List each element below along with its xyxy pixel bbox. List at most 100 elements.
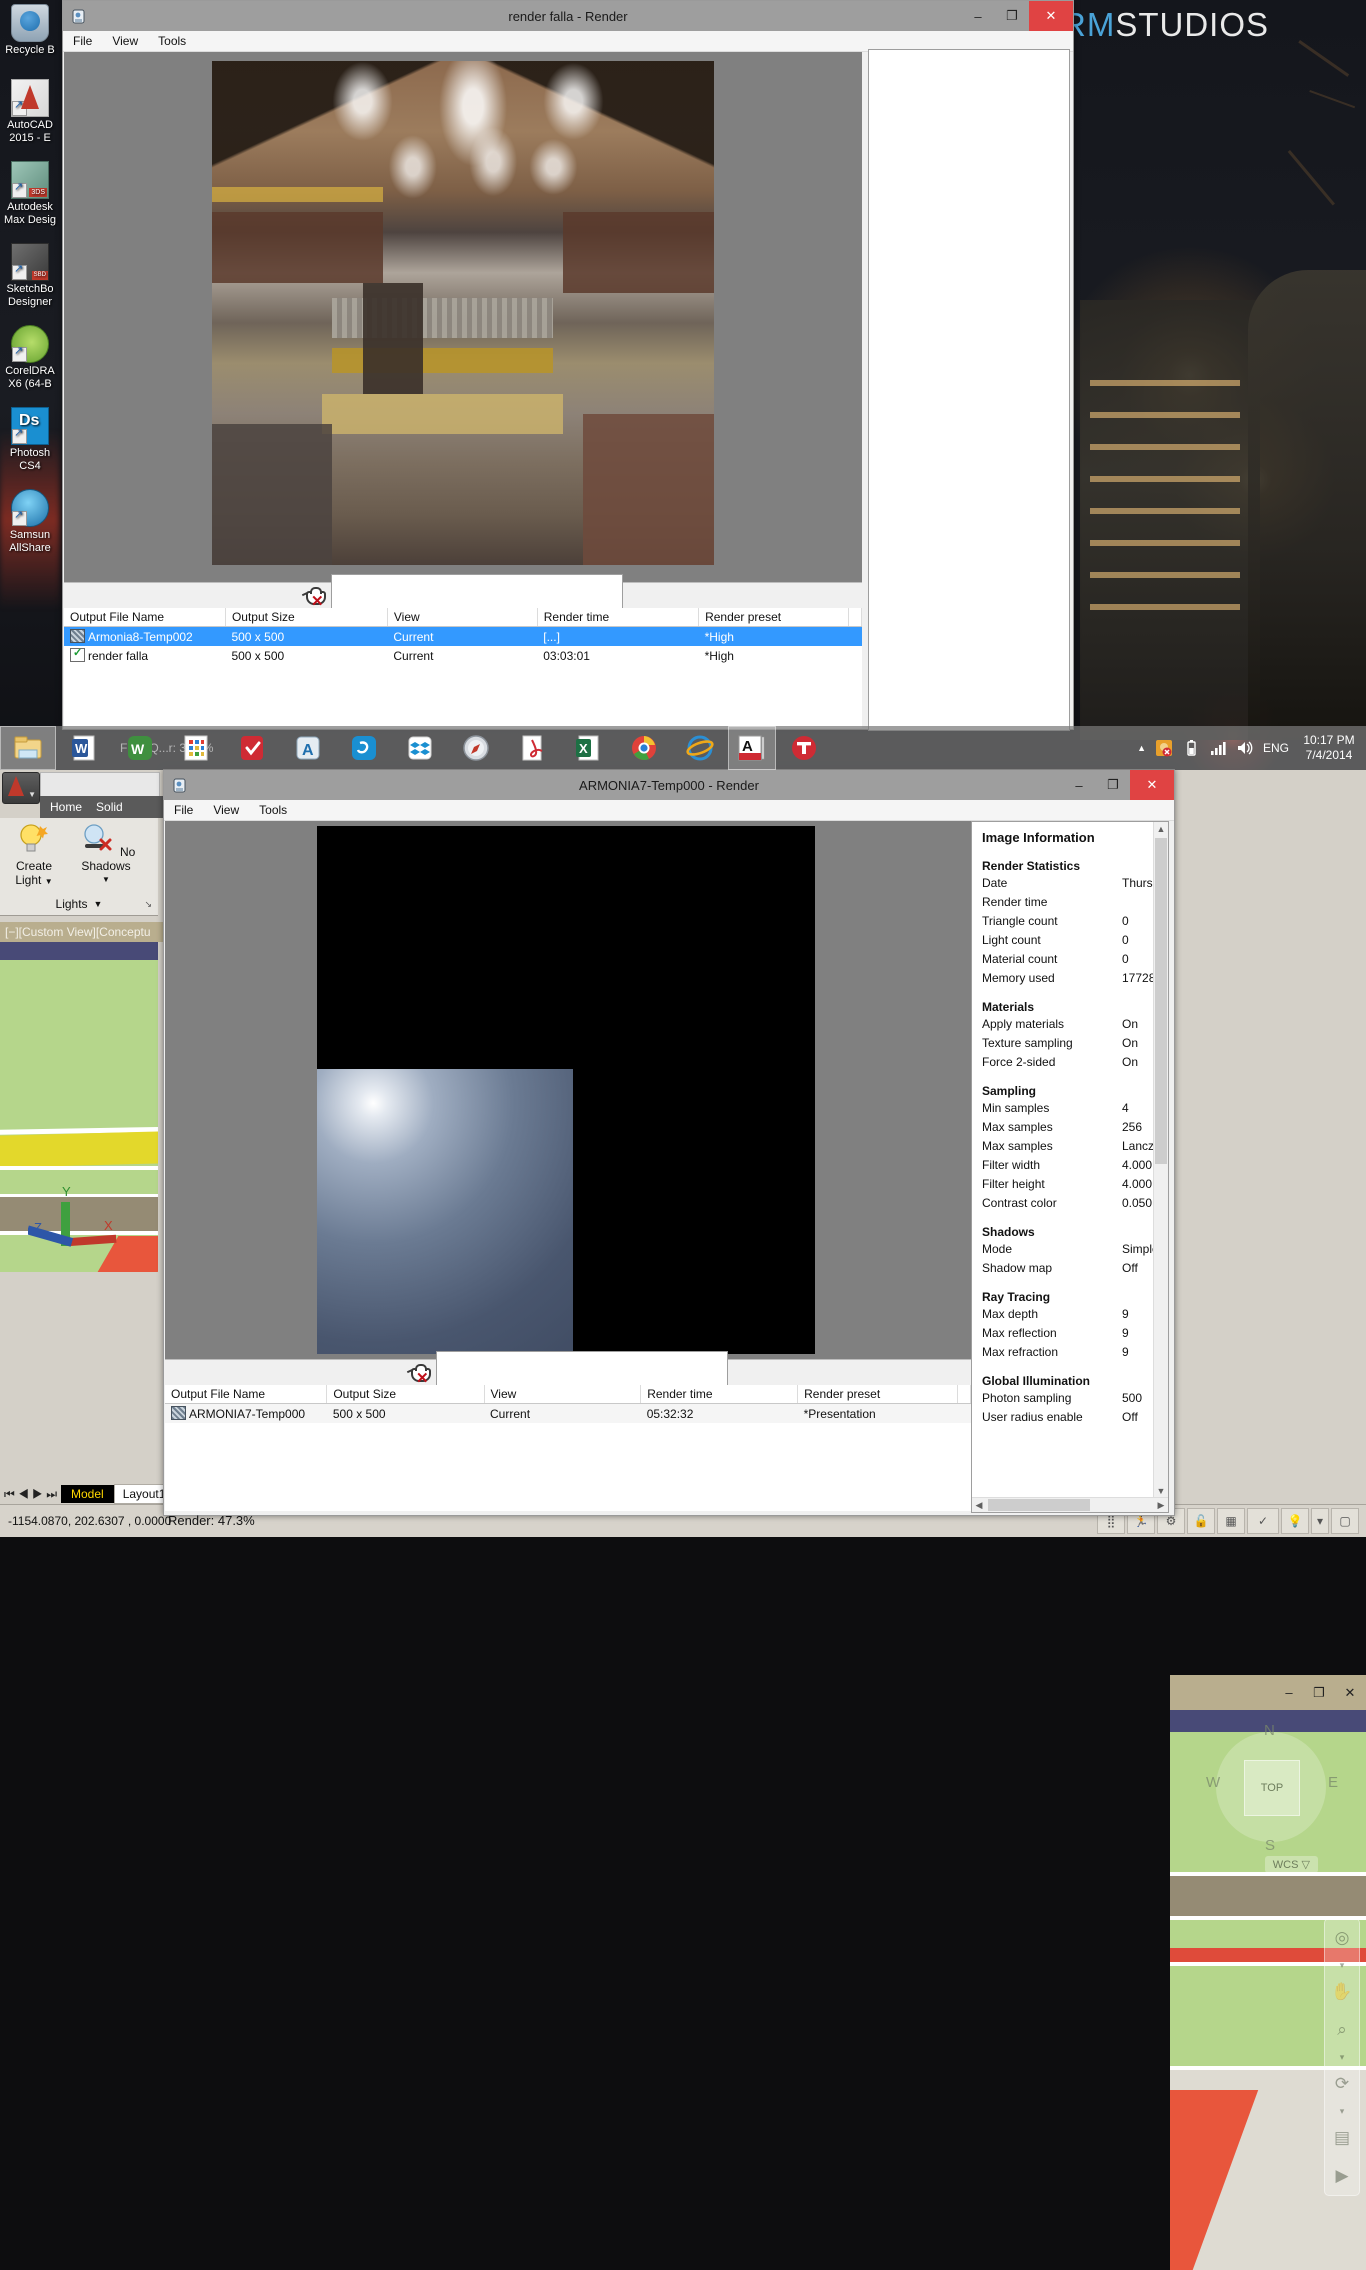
- create-light-button[interactable]: Create Light ▼: [2, 822, 66, 889]
- titlebar-armonia7[interactable]: ARMONIA7-Temp000 - Render – ❐ ✕: [164, 770, 1174, 800]
- tab-nav-buttons[interactable]: ⏮ ◀ ▶ ⏭: [0, 1487, 61, 1502]
- desktop-icon-3ds-max[interactable]: Autodesk Max Desig: [0, 161, 60, 227]
- desktop-icon-allshare[interactable]: Samsun AllShare: [0, 489, 60, 555]
- viewcube-top-face[interactable]: TOP: [1244, 1760, 1300, 1816]
- info-panel-horizontal-scrollbar[interactable]: ◀ ▶: [972, 1497, 1168, 1512]
- status-light-icon[interactable]: 💡: [1281, 1508, 1309, 1534]
- col-render-time[interactable]: Render time: [641, 1385, 798, 1404]
- orbit-icon[interactable]: ⟳: [1325, 2065, 1359, 2103]
- autocad-viewport-right[interactable]: N S E W TOP WCS ▽ ◎ ▾ ✋ ⌕ ▾ ⟳ ▾ ▤ ▶: [1170, 1710, 1366, 2270]
- col-render-preset[interactable]: Render preset: [699, 608, 849, 627]
- render-canvas-falla[interactable]: [64, 52, 862, 582]
- horizontal-scroll-thumb[interactable]: [988, 1499, 1090, 1511]
- close-button[interactable]: ✕: [1130, 770, 1174, 800]
- zoom-extents-icon[interactable]: ⌕: [1325, 2011, 1359, 2049]
- autocad-viewport-left[interactable]: Y X Z: [0, 942, 158, 1272]
- pan-hand-icon[interactable]: ✋: [1325, 1973, 1359, 2011]
- scroll-left-icon[interactable]: ◀: [972, 1498, 986, 1512]
- viewcube-east-label[interactable]: E: [1328, 1774, 1338, 1791]
- render-file-list-falla[interactable]: Output File Name Output Size View Render…: [64, 608, 862, 728]
- col-render-time[interactable]: Render time: [537, 608, 698, 627]
- taskbar-internet-explorer[interactable]: [672, 726, 728, 770]
- language-indicator[interactable]: ENG: [1263, 741, 1289, 755]
- hardware-accel-icon[interactable]: ▦: [1217, 1508, 1245, 1534]
- col-output-size[interactable]: Output Size: [327, 1385, 484, 1404]
- taskbar-microsoft-excel[interactable]: X: [560, 726, 616, 770]
- vertical-scroll-thumb[interactable]: [1155, 838, 1167, 1164]
- col-view[interactable]: View: [387, 608, 537, 627]
- clock[interactable]: 10:17 PM 7/4/2014: [1298, 733, 1360, 763]
- close-button-acad[interactable]: ✕: [1334, 1679, 1366, 1707]
- wcs-dropdown[interactable]: WCS ▽: [1265, 1856, 1318, 1873]
- image-information-panel[interactable]: Image Information Render Statistics Date…: [971, 821, 1169, 1513]
- col-output-file-name[interactable]: Output File Name: [64, 608, 225, 627]
- showmotion-play-icon[interactable]: ▶: [1325, 2157, 1359, 2195]
- no-shadows-button[interactable]: No Shadows ▼: [62, 822, 150, 887]
- viewcube-north-label[interactable]: N: [1264, 1722, 1275, 1739]
- table-row[interactable]: ARMONIA7-Temp000 500 x 500 Current 05:32…: [165, 1404, 971, 1424]
- viewcube-west-label[interactable]: W: [1206, 1774, 1220, 1791]
- teapot-cancel-icon[interactable]: ✕: [303, 586, 329, 606]
- ribbon-tab-solid[interactable]: Solid: [96, 800, 123, 814]
- show-hidden-icons-button[interactable]: ▲: [1137, 743, 1146, 753]
- taskbar-google-chrome[interactable]: [616, 726, 672, 770]
- image-information-panel-falla[interactable]: [868, 49, 1070, 731]
- quick-access-toolbar[interactable]: [40, 772, 160, 798]
- maximize-button-acad[interactable]: ❐: [1304, 1679, 1334, 1707]
- menu-view[interactable]: View: [110, 34, 140, 48]
- render-window-falla[interactable]: render falla - Render – ❐ ✕ File View To…: [62, 0, 1074, 730]
- col-render-preset[interactable]: Render preset: [798, 1385, 958, 1404]
- render-window-armonia7[interactable]: ARMONIA7-Temp000 - Render – ❐ ✕ File Vie…: [163, 769, 1175, 1516]
- menu-file[interactable]: File: [172, 803, 195, 817]
- taskbar-safari[interactable]: [448, 726, 504, 770]
- minimize-button[interactable]: –: [1062, 770, 1096, 800]
- menu-tools[interactable]: Tools: [257, 803, 289, 817]
- close-button[interactable]: ✕: [1029, 1, 1073, 31]
- panel-dialog-launcher-icon[interactable]: ↘: [144, 899, 152, 910]
- network-icon[interactable]: [1209, 739, 1227, 757]
- chevron-down-icon[interactable]: ▼: [94, 899, 103, 909]
- steering-wheel-icon[interactable]: ◎: [1325, 1919, 1359, 1957]
- viewport-label-left[interactable]: [−][Custom View][Conceptu: [0, 922, 163, 942]
- taskbar-wps-writer[interactable]: W: [112, 726, 168, 770]
- autocad-app-menu-button[interactable]: ▼: [2, 772, 40, 804]
- taskbar-autocad[interactable]: A: [728, 726, 776, 770]
- desktop-icon-coreldraw[interactable]: CorelDRA X6 (64-B: [0, 325, 60, 391]
- lock-icon[interactable]: 🔓: [1187, 1508, 1215, 1534]
- taskbar-adobe-reader[interactable]: [504, 726, 560, 770]
- tab-model[interactable]: Model: [61, 1485, 114, 1503]
- scroll-down-icon[interactable]: ▼: [1154, 1484, 1168, 1498]
- chevron-down-icon[interactable]: ▾: [1325, 1957, 1359, 1973]
- taskbar-dropbox[interactable]: [392, 726, 448, 770]
- chevron-down-icon[interactable]: ▾: [1325, 2103, 1359, 2119]
- menu-file[interactable]: File: [71, 34, 94, 48]
- taskbar-checkmark-app[interactable]: [224, 726, 280, 770]
- chevron-down-icon[interactable]: ▼: [62, 873, 150, 887]
- taskbar-teamviewer-app[interactable]: [336, 726, 392, 770]
- antivirus-warning-icon[interactable]: [1155, 739, 1173, 757]
- render-file-list-armonia7[interactable]: Output File Name Output Size View Render…: [165, 1385, 971, 1511]
- maximize-button[interactable]: ❐: [1096, 770, 1130, 800]
- titlebar-falla[interactable]: render falla - Render – ❐ ✕: [63, 1, 1073, 31]
- clean-screen-icon[interactable]: ▢: [1331, 1508, 1359, 1534]
- desktop-icon-autocad[interactable]: AutoCAD 2015 - E: [0, 79, 60, 145]
- chevron-down-icon[interactable]: ▾: [1311, 1508, 1329, 1534]
- scroll-up-icon[interactable]: ▲: [1154, 822, 1168, 836]
- taskbar-microsoft-word[interactable]: W: [56, 726, 112, 770]
- minimize-button[interactable]: –: [961, 1, 995, 31]
- chevron-down-icon[interactable]: ▼: [45, 877, 53, 886]
- showmotion-windows-icon[interactable]: ▤: [1325, 2119, 1359, 2157]
- col-output-size[interactable]: Output Size: [225, 608, 387, 627]
- viewcube-south-label[interactable]: S: [1265, 1837, 1275, 1854]
- minimize-button-acad[interactable]: –: [1274, 1679, 1304, 1707]
- volume-icon[interactable]: [1236, 739, 1254, 757]
- render-canvas-armonia7[interactable]: [165, 821, 971, 1359]
- isolate-objects-icon[interactable]: ✓: [1247, 1508, 1279, 1534]
- table-row[interactable]: render falla 500 x 500 Current 03:03:01 …: [64, 646, 862, 665]
- taskbar-t-red-app[interactable]: [776, 726, 832, 770]
- desktop-icon-recycle-bin[interactable]: Recycle B: [0, 4, 60, 57]
- ribbon-tab-home[interactable]: Home: [50, 800, 82, 814]
- viewcube[interactable]: N S E W TOP: [1216, 1732, 1326, 1842]
- desktop-icon-photoshop[interactable]: Photosh CS4: [0, 407, 60, 473]
- battery-icon[interactable]: [1182, 739, 1200, 757]
